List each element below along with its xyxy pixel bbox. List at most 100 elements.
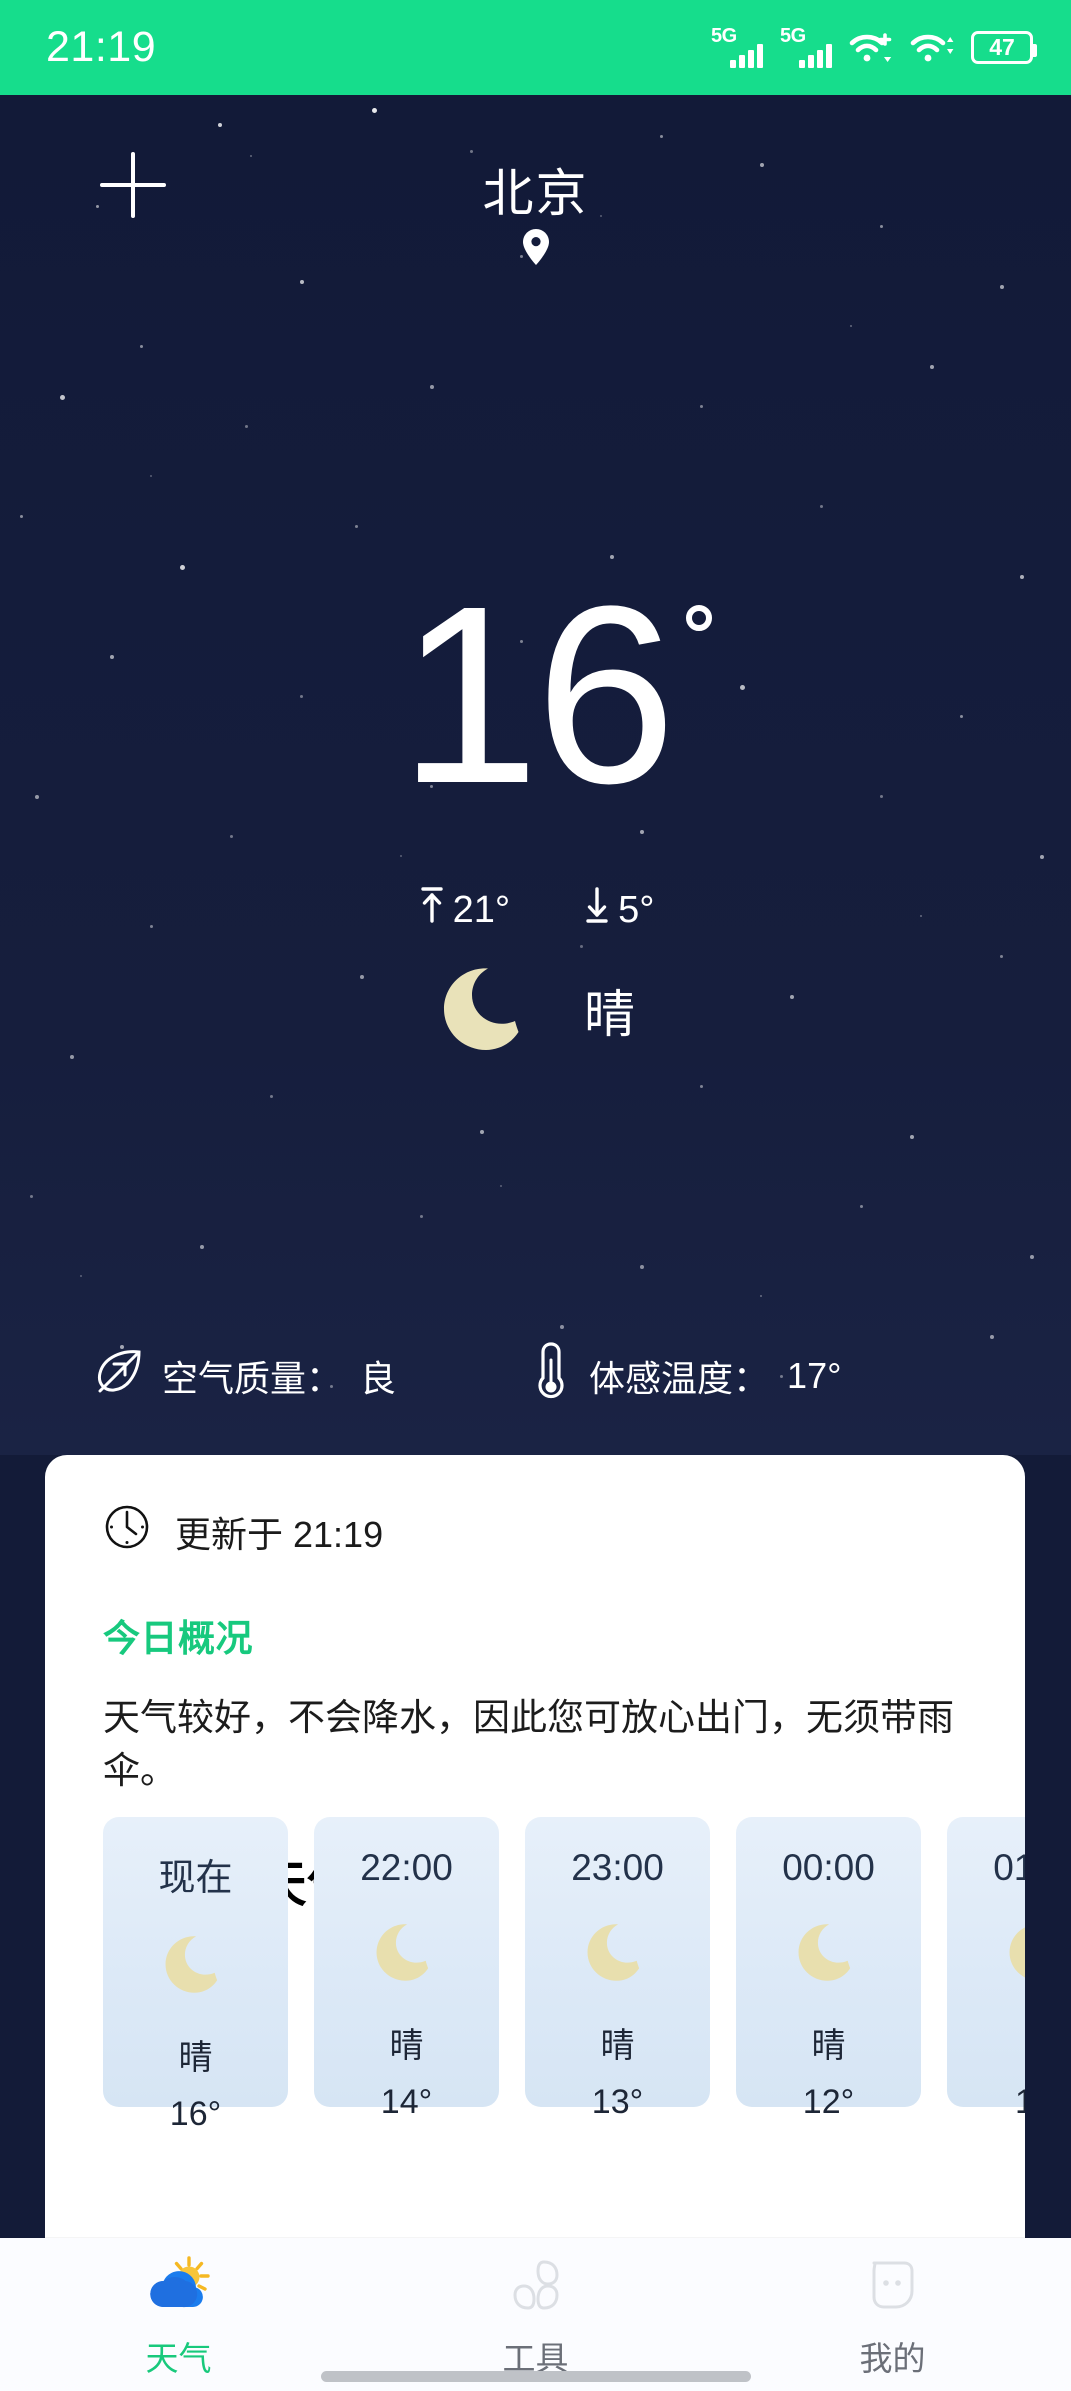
star-dot [990, 1335, 994, 1339]
star-dot [480, 1130, 484, 1134]
signal-bars-2 [799, 44, 832, 68]
star-dot [1040, 855, 1044, 859]
nav-tab-label: 天气 [146, 2332, 212, 2380]
nav-tab-grid-petal[interactable]: 工具 [357, 2238, 714, 2391]
signal-5g-label-1: 5G [711, 26, 737, 46]
hourly-temperature: 16° [170, 2095, 221, 2134]
hourly-condition: 晴 [1023, 2018, 1026, 2067]
star-dot [1000, 285, 1004, 289]
hourly-temperature: 13° [592, 2083, 643, 2122]
arrow-up-icon [417, 884, 447, 936]
air-quality-stat: 空气质量： 良 [92, 1347, 396, 1404]
weather-app-screen: 21:19 5G 5G [0, 0, 1071, 2391]
air-quality-label: 空气质量： [162, 1350, 342, 1402]
air-quality-value: 良 [360, 1350, 396, 1402]
hourly-time: 00:00 [782, 1847, 875, 1889]
star-dot [230, 835, 233, 838]
feels-like-stat: 体感温度：17° [531, 1340, 841, 1411]
sun-cloud-icon [145, 2255, 213, 2320]
star-dot [580, 945, 583, 948]
high-temperature: 21° [417, 884, 510, 936]
updated-row: 更新于 21:19 [103, 1503, 1025, 1560]
wifi-plus-icon [849, 29, 893, 67]
star-dot [850, 325, 852, 327]
star-dot [300, 280, 304, 284]
current-stats-row: 空气质量： 良 体感温度：17° [0, 1340, 1071, 1411]
hourly-condition: 晴 [601, 2018, 635, 2067]
moon-icon [160, 1927, 232, 2004]
arrow-down-icon [582, 884, 612, 936]
feels-like-label: 体感温度： [589, 1350, 769, 1402]
updated-text: 更新于 21:19 [175, 1506, 383, 1558]
signal-5g-icon-2: 5G [780, 28, 832, 68]
star-dot [355, 525, 358, 528]
star-dot [430, 385, 434, 389]
grid-petal-icon [506, 2255, 566, 2320]
star-dot [200, 1245, 204, 1249]
moon-icon [436, 955, 540, 1064]
overview-title: 今日概况 [103, 1608, 1025, 1662]
moon-icon [1004, 1915, 1026, 1992]
thermometer-icon [531, 1340, 571, 1411]
moon-icon [793, 1915, 865, 1992]
current-temperature-value: 16 [399, 575, 672, 815]
star-dot [80, 1275, 82, 1277]
hourly-forecast-item[interactable]: 22:00晴14° [314, 1817, 499, 2107]
overview-text: 天气较好，不会降水，因此您可放心出门，无须带雨伞。 [103, 1692, 967, 1797]
status-bar: 21:19 5G 5G [0, 0, 1071, 95]
hourly-forecast-item[interactable]: 23:00晴13° [525, 1817, 710, 2107]
star-dot [180, 565, 185, 570]
moon-icon [371, 1915, 443, 1992]
status-bar-clock: 21:19 [46, 23, 156, 72]
condition-row: 晴 [0, 955, 1071, 1064]
hourly-forecast-item[interactable]: 01:00晴11° [947, 1817, 1025, 2107]
hourly-temperature: 12° [803, 2083, 854, 2122]
signal-bars-1 [730, 44, 763, 68]
star-dot [560, 1325, 564, 1329]
hourly-time: 现在 [159, 1847, 233, 1901]
battery-icon: 47 [971, 31, 1033, 64]
signal-5g-icon-1: 5G [711, 28, 763, 68]
star-dot [150, 475, 152, 477]
hourly-condition: 晴 [179, 2030, 213, 2079]
bottom-navigation: 天气 工具我的 [0, 2238, 1071, 2391]
star-dot [140, 345, 143, 348]
low-temperature: 5° [582, 884, 654, 936]
hourly-time: 23:00 [571, 1847, 664, 1889]
status-bar-indicators: 5G 5G [711, 28, 1033, 68]
moon-icon [582, 1915, 654, 1992]
nav-tab-sun-cloud[interactable]: 天气 [0, 2238, 357, 2391]
home-indicator[interactable] [321, 2371, 751, 2382]
profile-face-icon [864, 2255, 922, 2320]
star-dot [930, 365, 934, 369]
nav-tab-label: 我的 [860, 2332, 926, 2380]
hourly-time: 01:00 [993, 1847, 1025, 1889]
star-dot [820, 505, 823, 508]
app-header [0, 95, 1071, 245]
hourly-forecast-item[interactable]: 00:00晴12° [736, 1817, 921, 2107]
star-dot [245, 425, 248, 428]
star-dot [270, 1095, 273, 1098]
hourly-forecast-item[interactable]: 现在晴16° [103, 1817, 288, 2107]
star-dot [400, 855, 402, 857]
star-dot [1030, 1255, 1034, 1259]
nav-tab-profile-face[interactable]: 我的 [714, 2238, 1071, 2391]
condition-label: 晴 [584, 973, 635, 1047]
star-dot [60, 395, 65, 400]
leaf-icon [92, 1347, 144, 1404]
hourly-forecast-list[interactable]: 现在晴16°22:00晴14°23:00晴13°00:00晴12°01:00晴1… [103, 1817, 1025, 2107]
star-dot [860, 1205, 863, 1208]
clock-icon [103, 1503, 151, 1560]
wifi-icon [910, 29, 954, 67]
star-dot [30, 1195, 33, 1198]
high-low-temperature-row: 21° 5° [0, 884, 1071, 936]
star-dot [420, 1215, 423, 1218]
hourly-temperature: 14° [381, 2083, 432, 2122]
low-temperature-value: 5° [618, 889, 654, 932]
hourly-condition: 晴 [390, 2018, 424, 2067]
star-dot [700, 1085, 703, 1088]
hourly-temperature: 11° [1015, 2083, 1025, 2122]
star-dot [500, 1185, 502, 1187]
star-dot [640, 1265, 644, 1269]
hourly-time: 22:00 [360, 1847, 453, 1889]
